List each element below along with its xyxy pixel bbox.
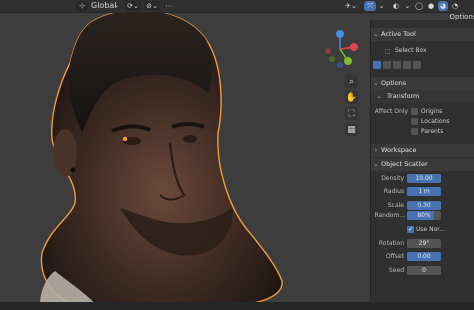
earring (70, 167, 76, 173)
chevron-right-icon: › (374, 147, 378, 154)
radius-label: Radius (383, 188, 404, 195)
origins-label: Origins (421, 108, 443, 115)
navigation-gizmo[interactable] (320, 29, 360, 69)
transform-title: Transform (387, 92, 420, 100)
x-axis-icon (350, 43, 358, 51)
blender-window: ⊹ Global ⌄ ⟳⌄ ⊘⌄ ⋯ ✈⌄ ⤧ ⌄ ◐ ⌄ ◯ ● ◕ ◔ Op… (0, 0, 474, 310)
rendered-shading-icon[interactable]: ◔ (450, 1, 460, 11)
radius-field[interactable]: 1 m (407, 187, 441, 196)
viewport-header: ⊹ Global ⌄ ⟳⌄ ⊘⌄ ⋯ ✈⌄ ⤧ ⌄ ◐ ⌄ ◯ ● ◕ ◔ Op… (0, 0, 474, 21)
random-value: 80% (417, 212, 431, 219)
random-field[interactable]: 80% (407, 211, 441, 220)
perspective-grid-icon[interactable]: ▦ (345, 123, 358, 136)
radius-value: 1 m (418, 188, 430, 195)
workspace-header[interactable]: › Workspace (371, 144, 474, 157)
workspace-title: Workspace (381, 146, 417, 154)
density-field[interactable]: 10.00 (407, 174, 441, 183)
chevron-down-icon: ⌄ (373, 31, 379, 38)
options-title: Options (381, 79, 407, 87)
show-gizmo-icon[interactable]: ⤧ (364, 1, 376, 11)
transform-header[interactable]: ⌄ Transform (371, 90, 474, 103)
mode-invert-button[interactable] (403, 61, 411, 69)
mode-extend-button[interactable] (383, 61, 391, 69)
rotation-field[interactable]: 29° (407, 239, 441, 248)
affect-only-label: Affect Only (374, 108, 408, 115)
z-axis-icon (336, 30, 344, 38)
parents-checkbox[interactable] (411, 128, 418, 135)
locations-label: Locations (421, 118, 450, 125)
parents-label: Parents (421, 128, 444, 135)
3d-viewport[interactable]: ⌕ ✋ ⛶ ▦ (0, 13, 370, 310)
zoom-icon[interactable]: ⌕ (345, 75, 358, 88)
chevron-down-icon: ⌄ (373, 161, 379, 168)
camera-icon[interactable]: ⛶ (345, 107, 358, 120)
use-normal-label: Use Nor... (416, 226, 445, 233)
offset-value: 0.00 (417, 253, 431, 260)
chevron-down-icon[interactable]: ⌄ (404, 1, 411, 11)
proportional-edit-icon[interactable]: ⋯ (164, 1, 174, 11)
use-normal-checkbox[interactable]: ✓ (407, 226, 414, 233)
active-tool-header[interactable]: ⌄ Active Tool (371, 28, 474, 41)
rotation-label: Rotation (378, 240, 404, 247)
density-label: Density (381, 175, 404, 182)
solid-shading-icon[interactable]: ● (426, 1, 436, 11)
select-box-icon: ⬚ (385, 48, 391, 55)
offset-label: Offset (385, 253, 404, 260)
transform-orientation-icon[interactable]: ⊹ (76, 1, 88, 11)
timeline-strip[interactable] (0, 302, 474, 310)
seed-field[interactable]: 0 (407, 266, 441, 275)
options-header[interactable]: ⌄ Options (371, 77, 474, 90)
mode-intersect-button[interactable] (413, 61, 421, 69)
chevron-down-icon: ⌄ (376, 93, 382, 100)
pan-hand-icon[interactable]: ✋ (345, 91, 358, 104)
transform-orientation-value[interactable]: Global (91, 0, 117, 12)
active-tool-title: Active Tool (381, 30, 416, 38)
snap-icon[interactable]: ⊘⌄ (144, 1, 160, 11)
y-axis-icon (344, 57, 352, 65)
offset-field[interactable]: 0.00 (407, 252, 441, 261)
object-scatter-title: Object Scatter (381, 160, 428, 168)
pivot-point-icon[interactable]: ⟳⌄ (125, 1, 141, 11)
seed-label: Seed (389, 267, 404, 274)
seed-value: 0 (422, 267, 426, 274)
density-value: 10.00 (415, 175, 433, 182)
locations-checkbox[interactable] (411, 118, 418, 125)
random-label: Random... (374, 212, 405, 219)
mode-subtract-button[interactable] (393, 61, 401, 69)
chevron-down-icon[interactable]: ⌄ (378, 1, 385, 11)
chevron-down-icon: ⌄ (373, 80, 379, 87)
scale-value: 0.30 (417, 202, 431, 209)
tool-name: Select Box (395, 47, 427, 54)
scale-label: Scale (387, 202, 404, 209)
wireframe-shading-icon[interactable]: ◯ (414, 1, 424, 11)
mode-new-button[interactable] (373, 61, 381, 69)
gizmo-toggle-icon[interactable]: ✈⌄ (344, 1, 358, 11)
chevron-down-icon[interactable]: ⌄ (114, 0, 119, 12)
object-scatter-header[interactable]: ⌄ Object Scatter (371, 158, 474, 171)
object-origin (122, 136, 128, 142)
rotation-value: 29° (418, 240, 430, 247)
material-shading-icon[interactable]: ◕ (438, 1, 448, 11)
head-model[interactable] (0, 13, 370, 310)
overlays-icon[interactable]: ◐ (390, 1, 402, 11)
scale-field[interactable]: 0.30 (407, 201, 441, 210)
origins-checkbox[interactable] (411, 108, 418, 115)
